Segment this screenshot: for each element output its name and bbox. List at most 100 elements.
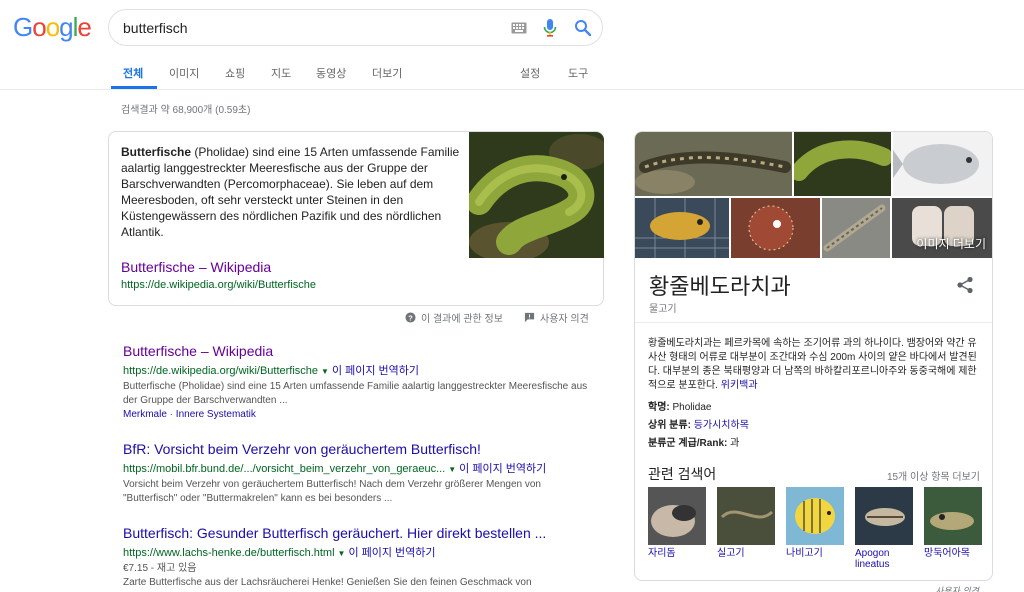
kp-image-collage: 이미지 더보기 <box>635 132 992 258</box>
related-label[interactable]: 망둑어아목 <box>924 548 982 559</box>
snippet-feedback-link[interactable]: 사용자 의견 <box>524 310 589 325</box>
tab-settings[interactable]: 설정 <box>520 65 540 81</box>
kp-fact-parent-taxon: 상위 분류: 등가시치하목 <box>648 416 749 431</box>
logo-letter: g <box>59 12 74 42</box>
kp-subtitle: 물고기 <box>649 304 677 315</box>
result-snippet: Zarte Butterfische aus der Lachsräuchere… <box>123 577 532 588</box>
kp-description: 황줄베도라치과는 페르카목에 속하는 조기어류 과의 하나이다. 뱀장어와 약간… <box>648 337 983 393</box>
result-stats: 검색결과 약 68,900개 (0.59초) <box>121 105 251 116</box>
related-thumbnail <box>855 487 913 545</box>
related-thumbnail <box>648 487 706 545</box>
result-price: €7.15 - 재고 있음 <box>123 563 197 574</box>
snippet-bold-term: Butterfische <box>121 145 192 159</box>
caret-down-icon[interactable]: ▼ <box>338 549 346 558</box>
related-label[interactable]: 실고기 <box>717 548 775 559</box>
share-icon[interactable] <box>956 276 974 294</box>
snippet-text: Butterfische (Pholidae) sind eine 15 Art… <box>121 144 461 240</box>
result-url: https://www.lachs-henke.de/butterfisch.h… <box>123 547 335 559</box>
search-icon[interactable] <box>574 19 592 37</box>
logo-letter: o <box>32 12 47 42</box>
google-logo[interactable]: Google <box>13 12 92 42</box>
related-searches-heading: 관련 검색어 <box>648 466 717 482</box>
related-search-item[interactable]: 나비고기 <box>786 487 844 559</box>
microphone-icon[interactable] <box>543 19 557 37</box>
related-label[interactable]: 자리돔 <box>648 548 706 559</box>
tab-images[interactable]: 이미지 <box>169 65 199 81</box>
kp-fact-rank: 분류군 계급/Rank: 과 <box>648 434 739 449</box>
svg-text:?: ? <box>408 313 413 322</box>
more-images-label[interactable]: 이미지 더보기 <box>916 235 986 252</box>
kp-image[interactable] <box>635 198 729 258</box>
kp-image[interactable] <box>822 198 890 258</box>
kp-image-more[interactable]: 이미지 더보기 <box>892 198 992 258</box>
tab-more[interactable]: 더보기 <box>372 65 402 81</box>
related-more-link[interactable]: 15개 이상 항목 더보기 <box>887 468 980 483</box>
sitelink-separator: · <box>166 409 176 420</box>
result-title-link[interactable]: BfR: Vorsicht beim Verzehr von geräucher… <box>123 440 593 458</box>
kp-fact-label: 상위 분류 <box>648 420 688 431</box>
logo-letter: G <box>13 12 33 42</box>
result-title-link[interactable]: Butterfisch: Gesunder Butterfisch geräuc… <box>123 524 593 542</box>
sitelink[interactable]: Merkmale <box>123 409 167 420</box>
kp-feedback-link[interactable]: 사용자 의견 <box>935 584 979 592</box>
search-result: BfR: Vorsicht beim Verzehr von geräucher… <box>123 440 593 506</box>
search-tabs: 전체 이미지 쇼핑 지도 동영상 더보기 설정 도구 <box>0 58 1024 90</box>
tab-tools[interactable]: 도구 <box>568 65 588 81</box>
search-result: Butterfisch: Gesunder Butterfisch geräuc… <box>123 524 593 590</box>
related-search-item[interactable]: Apogon lineatus <box>855 487 913 570</box>
sitelink[interactable]: Innere Systematik <box>176 409 256 420</box>
keyboard-icon[interactable] <box>511 22 527 34</box>
search-box <box>108 9 603 46</box>
logo-letter: e <box>77 12 92 42</box>
tab-videos[interactable]: 동영상 <box>316 65 346 81</box>
help-icon: ? <box>405 312 416 323</box>
result-sitelinks: Merkmale · Innere Systematik <box>123 409 593 420</box>
result-url: https://de.wikipedia.org/wiki/Butterfisc… <box>123 365 319 377</box>
kp-image[interactable] <box>635 132 792 196</box>
snippet-fish-image[interactable] <box>469 132 604 258</box>
translate-page-link[interactable]: 이 페이지 번역하기 <box>459 463 546 475</box>
result-url-line: https://mobil.bfr.bund.de/.../vorsicht_b… <box>123 460 593 476</box>
related-label[interactable]: 나비고기 <box>786 548 844 559</box>
about-result-link[interactable]: ? 이 결과에 관한 정보 <box>405 310 503 325</box>
result-url-line: https://www.lachs-henke.de/butterfisch.h… <box>123 544 593 560</box>
kp-fact-label: 분류군 계급/Rank <box>648 438 725 449</box>
kp-fact-link[interactable]: 등가시치하목 <box>694 420 749 431</box>
snippet-url: https://de.wikipedia.org/wiki/Butterfisc… <box>121 279 317 291</box>
caret-down-icon[interactable]: ▼ <box>321 367 329 376</box>
related-search-item[interactable]: 실고기 <box>717 487 775 559</box>
related-thumbnail <box>786 487 844 545</box>
kp-image[interactable] <box>731 198 820 258</box>
result-url: https://mobil.bfr.bund.de/.../vorsicht_b… <box>123 463 446 475</box>
related-label[interactable]: Apogon lineatus <box>855 548 913 570</box>
kp-image[interactable] <box>794 132 891 196</box>
tab-shopping[interactable]: 쇼핑 <box>225 65 245 81</box>
feedback-icon <box>524 312 535 323</box>
snippet-link-title[interactable]: Butterfische – Wikipedia <box>121 259 271 275</box>
kp-image[interactable] <box>893 132 992 196</box>
translate-page-link[interactable]: 이 페이지 번역하기 <box>332 365 419 377</box>
related-search-item[interactable]: 자리돔 <box>648 487 706 559</box>
snippet-feedback-label: 사용자 의견 <box>540 314 589 325</box>
kp-description-text: 황줄베도라치과는 페르카목에 속하는 조기어류 과의 하나이다. 뱀장어와 약간… <box>648 338 977 391</box>
translate-page-link[interactable]: 이 페이지 번역하기 <box>348 547 435 559</box>
caret-down-icon[interactable]: ▼ <box>448 465 456 474</box>
wikipedia-link[interactable]: 위키백과 <box>721 380 758 391</box>
kp-divider <box>635 322 992 323</box>
result-title-link[interactable]: Butterfische – Wikipedia <box>123 342 593 360</box>
related-thumbnail <box>924 487 982 545</box>
result-url-line: https://de.wikipedia.org/wiki/Butterfisc… <box>123 362 593 378</box>
tab-maps[interactable]: 지도 <box>271 65 291 81</box>
result-snippet: Butterfische (Pholidae) sind eine 15 Art… <box>123 381 588 406</box>
result-snippet: Vorsicht beim Verzehr von geräuchertem B… <box>123 479 541 504</box>
related-search-item[interactable]: 망둑어아목 <box>924 487 982 559</box>
search-input[interactable] <box>123 18 493 38</box>
tab-all[interactable]: 전체 <box>123 65 143 81</box>
kp-fact-value: Pholidae <box>672 402 712 413</box>
logo-letter: o <box>45 12 61 42</box>
featured-snippet: Butterfische (Pholidae) sind eine 15 Art… <box>108 131 604 306</box>
knowledge-panel: 이미지 더보기 황줄베도라치과 물고기 황줄베도라치과는 페르카목에 속하는 조… <box>634 131 993 581</box>
kp-fact-scientific-name: 학명: Pholidae <box>648 398 711 413</box>
kp-fact-label: 학명 <box>648 402 667 413</box>
search-result: Butterfische – Wikipedia https://de.wiki… <box>123 342 593 420</box>
